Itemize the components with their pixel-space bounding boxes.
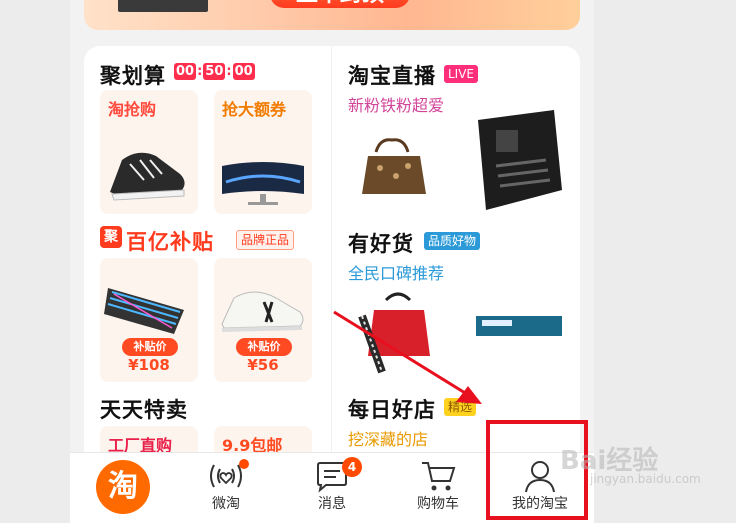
top-banner[interactable]: 上不封顶 bbox=[84, 0, 580, 30]
haohuo-products-image bbox=[358, 292, 562, 374]
live-products-image bbox=[362, 110, 562, 210]
taobao-logo-icon[interactable]: 淘 bbox=[96, 460, 150, 514]
tab-weitao[interactable]: 微淘 bbox=[176, 453, 276, 523]
tab-label: 消息 bbox=[318, 496, 346, 512]
tile-taoqianggou[interactable]: 淘抢购 bbox=[100, 90, 198, 214]
banner-product-image bbox=[118, 0, 208, 12]
column-divider bbox=[331, 46, 332, 466]
timer-seconds: 00 bbox=[232, 63, 255, 80]
timer-hours: 00 bbox=[174, 63, 197, 80]
shopping-cart-icon bbox=[422, 462, 456, 491]
tab-home[interactable]: 淘 bbox=[70, 453, 170, 523]
live-title[interactable]: 淘宝直播 bbox=[348, 60, 436, 90]
price-label: 补贴价 bbox=[236, 338, 292, 356]
tab-label: 微淘 bbox=[212, 496, 240, 512]
tab-cart[interactable]: 购物车 bbox=[388, 453, 488, 523]
monitor-image bbox=[222, 162, 304, 205]
timer-minutes: 50 bbox=[203, 63, 226, 80]
shop-badge: 精选 bbox=[444, 398, 477, 416]
baiyi-title[interactable]: 百亿补贴 bbox=[126, 226, 214, 256]
haohuo-subtitle: 全民口碑推荐 bbox=[348, 264, 445, 283]
sneaker-image bbox=[110, 152, 185, 201]
live-badge: LIVE bbox=[444, 65, 479, 83]
channel-card: 聚划算 00: 50: 00 淘抢购 抢大额券 聚 百亿补贴 品牌正品 补贴价 … bbox=[84, 46, 580, 466]
baiyi-icon: 聚 bbox=[100, 226, 122, 248]
price-label: 补贴价 bbox=[122, 338, 178, 356]
tile-keyboard[interactable]: 补贴价 ¥108 bbox=[100, 258, 198, 382]
juhuasuan-title[interactable]: 聚划算 bbox=[100, 60, 166, 90]
price-value: ¥56 bbox=[247, 356, 279, 374]
tab-messages[interactable]: 4 消息 bbox=[282, 453, 382, 523]
banner-button[interactable]: 上不封顶 bbox=[270, 0, 410, 8]
brand-badge: 品牌正品 bbox=[236, 230, 295, 250]
message-count-badge: 4 bbox=[342, 457, 362, 477]
countdown-timer: 00: 50: 00 bbox=[174, 63, 255, 80]
new-dot bbox=[239, 459, 249, 469]
shop-title[interactable]: 每日好店 bbox=[348, 394, 436, 424]
watermark-url: jingyan.baidu.com bbox=[590, 472, 701, 486]
haohuo-title[interactable]: 有好货 bbox=[348, 228, 414, 258]
tab-label: 购物车 bbox=[417, 496, 459, 512]
tile-coupon[interactable]: 抢大额券 bbox=[214, 90, 312, 214]
price-value: ¥108 bbox=[128, 356, 170, 374]
tiantian-title[interactable]: 天天特卖 bbox=[100, 394, 188, 424]
tile-sneaker-white[interactable]: 补贴价 ¥56 bbox=[214, 258, 312, 382]
shop-subtitle: 挖深藏的店 bbox=[348, 430, 429, 449]
haohuo-badge: 品质好物 bbox=[424, 232, 481, 250]
